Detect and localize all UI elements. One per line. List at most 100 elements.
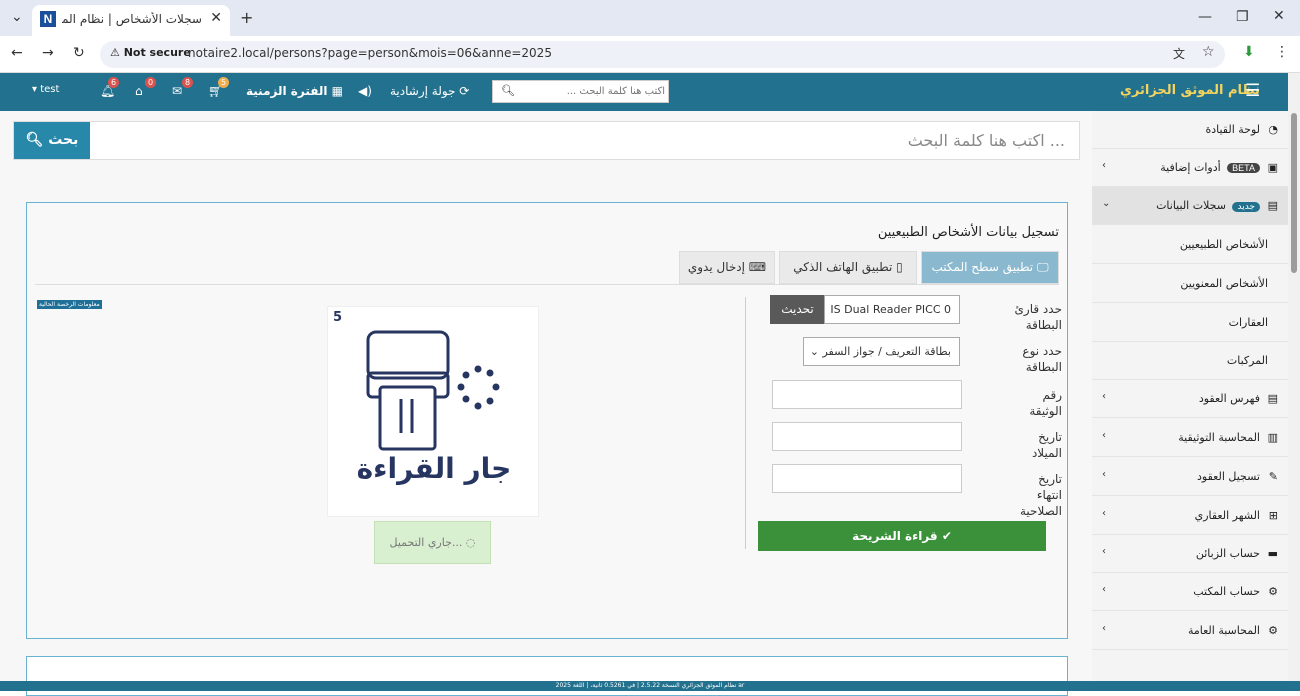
period-button[interactable]: الفترة الزمنية ▦ (246, 84, 343, 98)
loading-indicator: جاري التحميل... ◌ (374, 521, 491, 564)
restore-icon[interactable]: ❐ (1236, 9, 1249, 25)
edit-icon: ✎ (1268, 470, 1278, 483)
sidebar-item-real-estate[interactable]: العقارات (1092, 304, 1288, 342)
sidebar-item-clients-account[interactable]: ‹ ▬ حساب الزبائن (1092, 535, 1288, 573)
notary-badge: 0 (145, 77, 157, 88)
card-reader-icon (366, 330, 500, 451)
sidebar-item-office-account[interactable]: ‹ ⚙ حساب المكتب (1092, 573, 1288, 611)
user-menu[interactable]: ▾ test (32, 84, 59, 95)
notary-icon[interactable]: ⌂ 0 (135, 77, 157, 98)
main-search-bar: 🔍︎ بحث اكتب هنا كلمة البحث ... (13, 121, 1080, 160)
sidebar: ◔ لوحة القيادة ‹ ▣ أدوات إضافية BETA ⌄ ▤ سجلا… (1092, 111, 1288, 681)
bookmark-star-icon[interactable]: ☆ (1202, 44, 1215, 60)
menu-kebab-icon[interactable]: ⋮ (1275, 44, 1289, 60)
search-icon[interactable]: 🔍︎ (501, 84, 515, 97)
chevron-down-icon: ⌄ (825, 303, 827, 316)
sidebar-item-natural-persons[interactable]: الأشخاص الطبيعيين (1092, 226, 1288, 264)
brand-title[interactable]: نظام الموثق الجزائري (1120, 83, 1260, 98)
chevron-left-icon: ‹ (1102, 469, 1106, 480)
form-divider (745, 297, 746, 549)
chevron-left-icon: ‹ (1102, 623, 1106, 634)
sitemap-icon: ⊞ (1268, 509, 1278, 522)
sidebar-item-dashboard[interactable]: ◔ لوحة القيادة (1092, 111, 1288, 149)
page-scrollbar[interactable] (1288, 73, 1300, 681)
sidebar-item-general-accounting[interactable]: ‹ ⚙ المحاسبة العامة (1092, 612, 1288, 650)
tab-smartphone-app[interactable]: تطبيق الهاتف الذكي ▯ (779, 251, 917, 284)
cogs-icon: ⚙ (1268, 624, 1278, 637)
doc-number-label: رقم الوثيقة (1029, 388, 1062, 418)
tab-list-dropdown-icon[interactable]: ⌄ (11, 9, 23, 25)
not-secure-label[interactable]: ⚠ Not secure (110, 46, 191, 59)
chevron-left-icon: ‹ (1102, 430, 1106, 441)
notifications-bell-icon[interactable]: 🔔︎ 6 (100, 77, 120, 98)
read-chip-button[interactable]: قراءة الشريحة ✔ (758, 521, 1046, 551)
card-icon: ▬ (1267, 547, 1278, 560)
header-search: 🔍︎ (492, 80, 669, 103)
chevron-left-icon: ‹ (1102, 160, 1106, 171)
extension-download-icon[interactable]: ⬇ (1243, 44, 1255, 60)
scrollbar-thumb[interactable] (1291, 113, 1297, 273)
hamburger-menu-icon[interactable]: ☰ (1245, 81, 1260, 101)
sidebar-item-legal-persons[interactable]: الأشخاص المعنويين (1092, 265, 1288, 303)
header-search-input[interactable] (523, 83, 665, 100)
footer: 2025 نظام الموثق الجزائري النسخة 2.5.22 … (0, 681, 1300, 691)
browser-tab-bar: ⌄ N سجلات الأشخاص | نظام الموثق ال... ✕ … (0, 0, 1300, 36)
bell-badge: 6 (108, 77, 120, 88)
sidebar-item-vehicles[interactable]: المركبات (1092, 342, 1288, 380)
main-content: 🔍︎ بحث اكتب هنا كلمة البحث ... تسجيل بيا… (0, 111, 1092, 696)
sound-icon[interactable]: ◀) (358, 84, 372, 98)
chevron-left-icon: ‹ (1102, 546, 1106, 557)
license-info-tag[interactable]: معلومات الرخصة الحالية (37, 300, 102, 309)
sidebar-item-contracts-index[interactable]: ‹ ▤ فهرس العقود (1092, 380, 1288, 418)
tour-button[interactable]: جولة إرشادية ⟳ (390, 84, 469, 98)
reader-label: حدد قارئ البطاقة (1014, 302, 1062, 332)
chevron-left-icon: ‹ (1102, 508, 1106, 519)
sidebar-item-records[interactable]: ⌄ ▤ سجلات البيانات جديد (1092, 187, 1288, 225)
reader-select[interactable]: IS Dual Reader PICC 0 ⌄ (824, 295, 960, 324)
translate-icon[interactable]: 文 (1173, 45, 1185, 62)
minimize-icon[interactable]: — (1198, 9, 1212, 25)
forward-icon[interactable]: → (42, 45, 54, 61)
search-button[interactable]: 🔍︎ بحث (14, 122, 90, 159)
expiry-date-input[interactable] (772, 464, 962, 493)
contracts-index-icon: ▤ (1267, 392, 1278, 405)
cogs-icon: ⚙ (1268, 585, 1278, 598)
card-type-label: حدد نوع البطاقة (1022, 344, 1062, 374)
sidebar-item-contract-registration[interactable]: ‹ ✎ تسجيل العقود (1092, 458, 1288, 496)
reload-icon[interactable]: ↻ (73, 45, 85, 61)
mail-icon[interactable]: ✉ 8 (172, 77, 194, 98)
new-tab-icon[interactable]: + (240, 8, 253, 27)
tab-manual-entry[interactable]: إدخال يدوي ⌨ (679, 251, 775, 284)
tools-icon: ▣ (1267, 161, 1278, 174)
tab-title: سجلات الأشخاص | نظام الموثق ال... (62, 12, 202, 26)
dashboard-icon: ◔ (1268, 123, 1278, 136)
doc-number-input[interactable] (772, 380, 962, 409)
birth-date-label: تاريخ الميلاد (1031, 430, 1062, 460)
mail-badge: 8 (182, 77, 194, 88)
tab-desktop-app[interactable]: تطبيق سطح المكتب 🖵 (921, 251, 1059, 284)
panel-title: تسجيل بيانات الأشخاص الطبيعيين (877, 225, 1059, 240)
chevron-left-icon: ‹ (1102, 584, 1106, 595)
main-search-input[interactable]: اكتب هنا كلمة البحث ... (908, 131, 1065, 150)
close-tab-icon[interactable]: ✕ (210, 10, 222, 26)
birth-date-input[interactable] (772, 422, 962, 451)
card-reader-image: 5 جار القراءة (327, 306, 539, 517)
sidebar-item-tools[interactable]: ‹ ▣ أدوات إضافية BETA (1092, 149, 1288, 187)
refresh-button[interactable]: تحديث (770, 295, 825, 324)
omnibox[interactable]: ⚠ Not secure notaire2.local/persons?page… (100, 41, 1225, 68)
cart-badge: 5 (218, 77, 230, 88)
close-window-icon[interactable]: ✕ (1273, 8, 1285, 24)
card-type-select[interactable]: بطاقة التعريف / جواز السفر ⌄ (803, 337, 960, 366)
chevron-left-icon: ‹ (1102, 391, 1106, 402)
address-bar: ← → ↻ ⚠ Not secure notaire2.local/person… (0, 36, 1300, 73)
url-text[interactable]: notaire2.local/persons?page=person&mois=… (188, 46, 552, 60)
expiry-date-label: تاريخ انتهاء الصلاحية (1019, 472, 1062, 518)
chart-icon: ▥ (1267, 431, 1278, 444)
cart-icon[interactable]: 🛒︎ 5 (208, 77, 230, 98)
sidebar-item-notary-accounting[interactable]: ‹ ▥ المحاسبة التوثيقية (1092, 419, 1288, 457)
back-icon[interactable]: ← (11, 45, 23, 61)
card-reader-form: حدد قارئ البطاقة تحديث IS Dual Reader PI… (757, 295, 1062, 645)
browser-tab[interactable]: N سجلات الأشخاص | نظام الموثق ال... ✕ (32, 5, 230, 36)
sidebar-item-land-registry[interactable]: ‹ ⊞ الشهر العقاري (1092, 497, 1288, 535)
tabs-divider (35, 284, 1059, 285)
